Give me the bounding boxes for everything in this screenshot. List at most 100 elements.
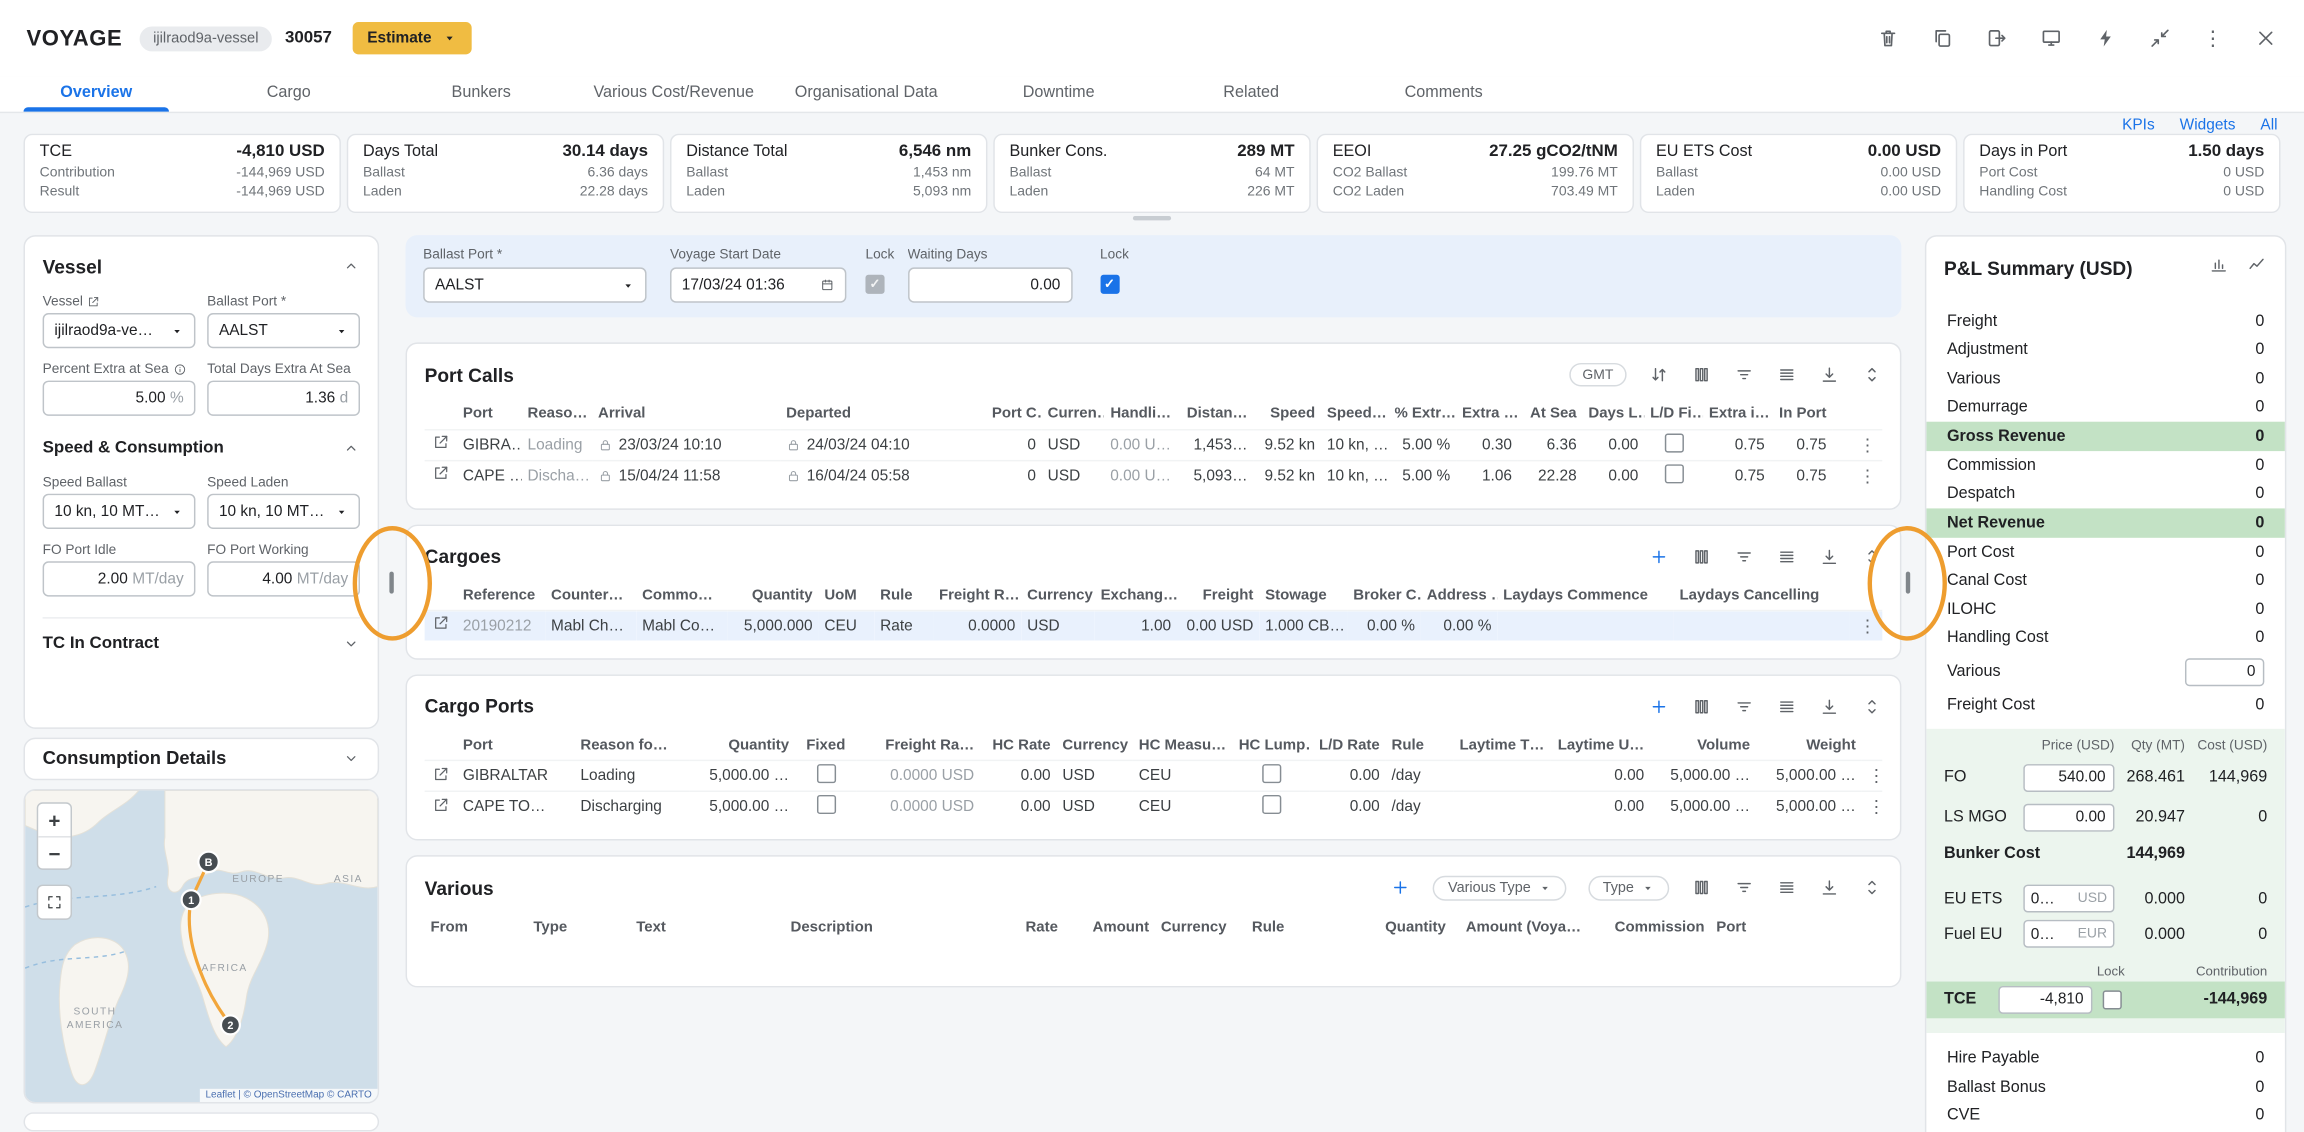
open-row-icon[interactable] [432, 464, 450, 482]
gmt-chip[interactable]: GMT [1569, 363, 1626, 387]
col-speed[interactable]: Speed [1253, 400, 1321, 429]
kpi-resize-handle[interactable] [1133, 216, 1171, 220]
cell-speed[interactable]: 9.52 kn [1253, 429, 1321, 460]
map-marker-2[interactable]: 2 [221, 1016, 240, 1035]
cell-departed[interactable]: 24/03/24 04:10 [780, 429, 986, 460]
cell-speed[interactable]: 9.52 kn [1253, 460, 1321, 490]
col-port[interactable]: Port [1710, 912, 1882, 941]
cell-uom[interactable]: CEU [818, 611, 874, 640]
cell-handling[interactable]: 0.00 U… [1104, 460, 1177, 490]
consumption-details-panel[interactable]: Consumption Details [24, 737, 380, 780]
trash-icon[interactable] [1876, 26, 1900, 50]
cell-speed-target[interactable]: 10 kn, … [1321, 460, 1389, 490]
fo-port-idle-input[interactable]: 2.00MT/day [43, 561, 196, 596]
tab-various-cost-revenue[interactable]: Various Cost/Revenue [577, 76, 769, 111]
cell-currency[interactable]: USD [1021, 611, 1094, 640]
add-cargo-button[interactable] [1649, 546, 1670, 567]
columns-icon[interactable] [1691, 696, 1712, 717]
cell-currency[interactable]: USD [1042, 460, 1104, 490]
fuel-eu-price-input[interactable]: 0…EUR [2023, 920, 2114, 948]
cell-in-port[interactable]: 0.75 [1771, 429, 1833, 460]
export-icon[interactable] [1985, 26, 2009, 50]
lock-icon[interactable] [786, 468, 801, 483]
cell-currency[interactable]: USD [1042, 429, 1104, 460]
col-hc-rate[interactable]: HC Rate [980, 731, 1056, 760]
open-row-icon[interactable] [432, 796, 450, 814]
start-date-lock-checkbox[interactable] [865, 275, 884, 294]
fullscreen-button[interactable] [37, 885, 72, 920]
cell-freight[interactable]: 0.00 USD [1177, 611, 1259, 640]
tab-comments[interactable]: Comments [1347, 76, 1539, 111]
chevron-down-icon[interactable] [342, 635, 360, 653]
cell-arrival[interactable]: 15/04/24 11:58 [592, 460, 780, 490]
col-broker[interactable]: Broker C… [1347, 581, 1420, 610]
col-extra[interactable]: Extra … [1456, 400, 1518, 429]
col-port[interactable]: Port [457, 731, 575, 760]
col-rule[interactable]: Rule [874, 581, 933, 610]
col-ld-rate[interactable]: L/D Rate [1309, 731, 1385, 760]
col-port-cost[interactable]: Port C… [986, 400, 1042, 429]
waiting-days-lock-checkbox[interactable] [1100, 275, 1119, 294]
tce-lock-checkbox[interactable] [2103, 990, 2122, 1009]
col-laydays-commence[interactable]: Laydays Commence [1497, 581, 1673, 610]
col-ld-finished[interactable]: L/D Fi… [1644, 400, 1703, 429]
cell-handling[interactable]: 0.00 U… [1104, 429, 1177, 460]
col-quantity[interactable]: Quantity [727, 581, 818, 610]
bar-chart-icon[interactable] [2208, 253, 2229, 281]
cell-distance[interactable]: 5,093… [1177, 460, 1253, 490]
columns-icon[interactable] [1691, 877, 1712, 898]
columns-icon[interactable] [1691, 546, 1712, 567]
cell-arrival[interactable]: 23/03/24 10:10 [592, 429, 780, 460]
open-row-icon[interactable] [432, 433, 450, 451]
map-marker-b[interactable]: B [198, 852, 218, 872]
voyage-start-date-input[interactable]: 17/03/24 01:36 [670, 267, 846, 302]
ballast-port-select[interactable]: AALST [423, 267, 646, 302]
col-counterparty[interactable]: Counter… [545, 581, 636, 610]
lock-icon[interactable] [598, 437, 613, 452]
col-amount-voyage[interactable]: Amount (Voya… [1452, 912, 1587, 941]
fo-port-working-input[interactable]: 4.00MT/day [207, 561, 360, 596]
cell-ld-rate[interactable]: 0.00 [1309, 760, 1385, 791]
ld-finished-checkbox[interactable] [1664, 464, 1683, 483]
cell-freight-rate[interactable]: 0.0000 USD [857, 791, 980, 821]
cell-days-left[interactable]: 0.00 [1583, 429, 1645, 460]
cell-currency[interactable]: USD [1056, 760, 1132, 791]
cell-laytime-used[interactable]: 0.00 [1550, 791, 1650, 821]
vessel-select[interactable]: ijilraod9a-ve… [43, 313, 196, 348]
zoom-in-button[interactable]: + [38, 804, 70, 836]
col-commission[interactable]: Commission [1587, 912, 1710, 941]
col-in-port[interactable]: In Port [1771, 400, 1833, 429]
sort-icon[interactable] [1649, 364, 1670, 385]
cell-quantity[interactable]: 5,000.00 … [689, 791, 795, 821]
expand-icon[interactable] [1862, 877, 1883, 898]
cell-ld-rate[interactable]: 0.00 [1309, 791, 1385, 821]
various-type-dropdown[interactable]: Various Type [1433, 875, 1566, 900]
cell-rule[interactable]: /day [1386, 760, 1454, 791]
cell-extra-idle[interactable]: 0.75 [1703, 460, 1771, 490]
col-reason[interactable]: Reason fo… [575, 731, 690, 760]
cell-laytime-used[interactable]: 0.00 [1550, 760, 1650, 791]
col-rate[interactable]: Rate [976, 912, 1064, 941]
row-density-icon[interactable] [1776, 696, 1797, 717]
col-text[interactable]: Text [630, 912, 784, 941]
cell-port[interactable]: CAPE TO… [457, 791, 575, 821]
col-from[interactable]: From [425, 912, 528, 941]
col-stowage[interactable]: Stowage [1259, 581, 1347, 610]
more-icon[interactable]: ⋮ [2203, 28, 2224, 49]
percent-extra-input[interactable]: 5.00% [43, 381, 196, 416]
add-cargo-port-button[interactable] [1649, 696, 1670, 717]
col-freight-rate[interactable]: Freight Ra… [857, 731, 980, 760]
col-currency[interactable]: Currency [1056, 731, 1132, 760]
cell-speed-target[interactable]: 10 kn, … [1321, 429, 1389, 460]
cell-extra[interactable]: 1.06 [1456, 460, 1518, 490]
close-icon[interactable] [2254, 26, 2278, 50]
tab-downtime[interactable]: Downtime [962, 76, 1154, 111]
col-laytime-terms[interactable]: Laytime T… [1453, 731, 1550, 760]
zoom-out-button[interactable]: − [38, 836, 70, 868]
col-days-left[interactable]: Days L… [1583, 400, 1645, 429]
col-freight-rate[interactable]: Freight R… [933, 581, 1021, 610]
ballast-port-select[interactable]: AALST [207, 313, 360, 348]
cell-laydays-cancelling[interactable] [1674, 611, 1850, 640]
cell-reason[interactable]: Discha… [522, 460, 593, 490]
col-pct-extra[interactable]: % Extr… [1389, 400, 1457, 429]
